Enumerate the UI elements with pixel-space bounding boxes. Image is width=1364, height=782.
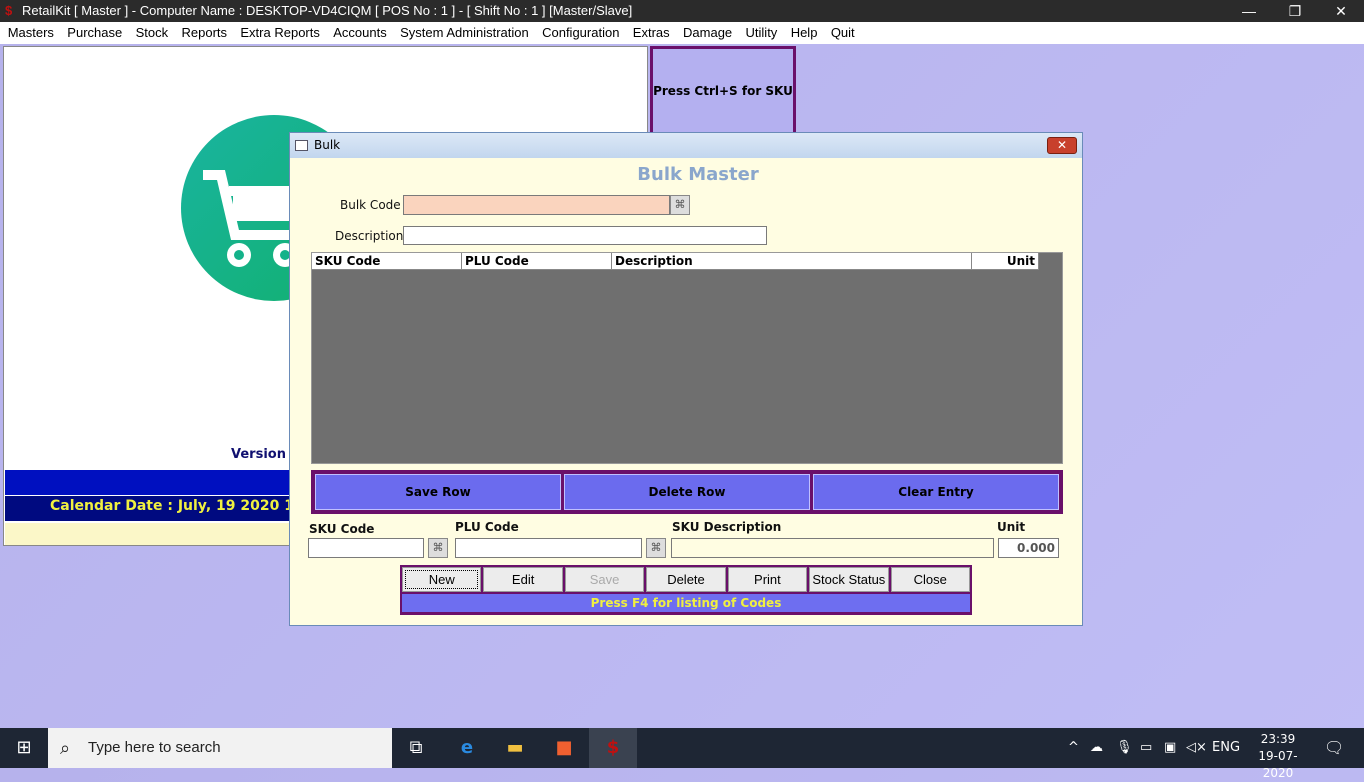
battery-icon[interactable]: ▭ (1140, 728, 1152, 768)
description-label: Description (335, 229, 404, 243)
bulk-master-dialog: Bulk ✕ Bulk Master Bulk Code ⌘ Descripti… (289, 132, 1083, 626)
sku-shortcut-hint[interactable]: Press Ctrl+S for SKU (650, 46, 796, 132)
app-icon: $ (5, 3, 13, 18)
menu-bar: Masters Purchase Stock Reports Extra Rep… (0, 22, 1364, 44)
clock-date: 19-07-2020 (1258, 749, 1298, 780)
clock-time: 23:39 (1260, 732, 1296, 746)
dialog-title: Bulk (314, 138, 341, 152)
plu-code-input[interactable] (455, 538, 642, 558)
menu-help[interactable]: Help (784, 22, 824, 44)
window-titlebar: $ RetailKit [ Master ] - Computer Name :… (0, 0, 1364, 22)
bulk-code-label: Bulk Code (340, 198, 401, 212)
retailkit-taskbar-icon[interactable]: $ (589, 728, 637, 768)
menu-reports[interactable]: Reports (175, 22, 234, 44)
menu-purchase[interactable]: Purchase (61, 22, 129, 44)
taskbar: ⊞ ⌕ Type here to search ⧉ e ▬ ■ $ ^ ☁ 🎙 … (0, 728, 1364, 780)
window-icon (295, 140, 308, 151)
edge-browser-icon[interactable]: e (443, 728, 491, 768)
sku-description-label: SKU Description (672, 520, 782, 534)
menu-accounts[interactable]: Accounts (327, 22, 394, 44)
f4-hint: Press F4 for listing of Codes (402, 594, 970, 612)
description-input[interactable] (403, 226, 767, 245)
menu-extra-reports[interactable]: Extra Reports (234, 22, 327, 44)
menu-utility[interactable]: Utility (739, 22, 784, 44)
minimize-button[interactable]: — (1226, 0, 1272, 22)
col-plu-code: PLU Code (462, 253, 612, 270)
search-placeholder: Type here to search (88, 739, 221, 756)
sku-code-label: SKU Code (309, 522, 375, 536)
close-button[interactable]: Close (890, 567, 970, 592)
save-button[interactable]: Save (564, 567, 645, 592)
new-button[interactable]: New (402, 567, 482, 592)
microphone-icon[interactable]: 🎙 (1116, 728, 1133, 768)
onedrive-icon[interactable]: ☁ (1090, 728, 1103, 768)
clock[interactable]: 23:39 19-07-2020 (1250, 731, 1306, 782)
grid-header: SKU Code PLU Code Description Unit (312, 253, 1039, 270)
notifications-icon[interactable]: 🗨 (1324, 728, 1344, 768)
sku-search-binoculars-icon[interactable]: ⌘ (428, 538, 448, 558)
window-title: RetailKit [ Master ] - Computer Name : D… (22, 3, 633, 18)
close-window-button[interactable]: ✕ (1318, 0, 1364, 22)
action-bar: New Edit Save Delete Print Stock Status … (400, 565, 972, 615)
menu-damage[interactable]: Damage (676, 22, 739, 44)
dialog-close-button[interactable]: ✕ (1047, 137, 1077, 154)
col-description: Description (612, 253, 972, 270)
clear-entry-button[interactable]: Clear Entry (813, 474, 1059, 510)
ccleaner-icon[interactable]: ■ (540, 728, 588, 768)
unit-input[interactable]: 0.000 (998, 538, 1059, 558)
menu-stock[interactable]: Stock (129, 22, 175, 44)
language-indicator[interactable]: ENG (1212, 728, 1240, 768)
sku-code-input[interactable] (308, 538, 424, 558)
print-button[interactable]: Print (727, 567, 808, 592)
sku-description-input (671, 538, 994, 558)
menu-configuration[interactable]: Configuration (535, 22, 626, 44)
unit-label: Unit (997, 520, 1026, 534)
volume-muted-icon[interactable]: ◁× (1186, 728, 1207, 768)
dialog-titlebar[interactable]: Bulk ✕ (290, 133, 1082, 158)
delete-row-button[interactable]: Delete Row (564, 474, 810, 510)
sku-grid[interactable]: SKU Code PLU Code Description Unit (311, 252, 1063, 464)
col-unit: Unit (972, 253, 1039, 270)
file-explorer-icon[interactable]: ▬ (491, 728, 539, 768)
row-button-bar: Save Row Delete Row Clear Entry (311, 470, 1063, 514)
taskbar-search[interactable]: ⌕ Type here to search (48, 728, 392, 768)
search-icon: ⌕ (60, 738, 71, 758)
network-icon[interactable]: ▣ (1164, 728, 1176, 768)
menu-masters[interactable]: Masters (1, 22, 61, 44)
binoculars-icon[interactable]: ⌘ (670, 195, 690, 215)
menu-system-administration[interactable]: System Administration (393, 22, 535, 44)
task-view-icon[interactable]: ⧉ (392, 728, 440, 768)
menu-extras[interactable]: Extras (626, 22, 676, 44)
menu-quit[interactable]: Quit (824, 22, 861, 44)
delete-button[interactable]: Delete (646, 567, 726, 592)
save-row-button[interactable]: Save Row (315, 474, 561, 510)
dialog-heading: Bulk Master (637, 164, 759, 185)
tray-chevron-icon[interactable]: ^ (1068, 728, 1079, 768)
stock-status-button[interactable]: Stock Status (809, 567, 889, 592)
restore-button[interactable]: ❐ (1272, 0, 1318, 22)
plu-code-label: PLU Code (455, 520, 519, 534)
plu-search-binoculars-icon[interactable]: ⌘ (646, 538, 666, 558)
col-sku-code: SKU Code (312, 253, 462, 270)
version-label: Version [ (231, 447, 297, 462)
edit-button[interactable]: Edit (483, 567, 563, 592)
windows-start-icon[interactable]: ⊞ (0, 728, 48, 768)
bulk-code-input[interactable] (403, 195, 670, 215)
